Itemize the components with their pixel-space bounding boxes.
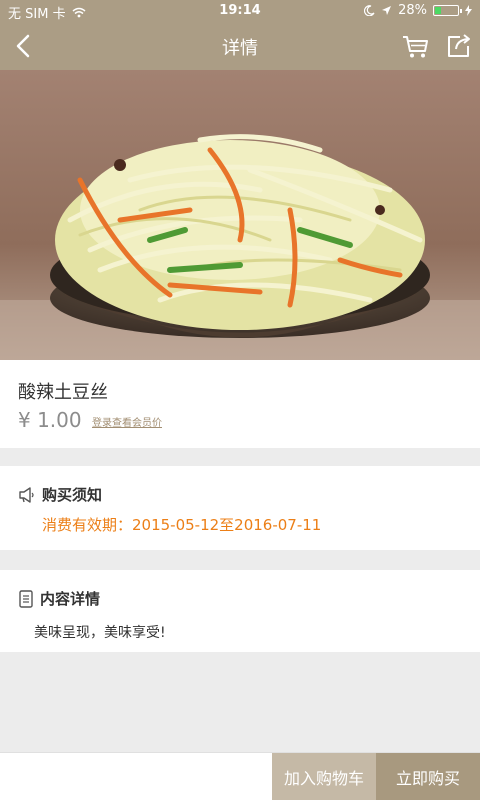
product-info: 酸辣土豆丝 ¥ 1.00 登录查看会员价 bbox=[0, 360, 480, 448]
battery-percent: 28% bbox=[398, 3, 427, 18]
product-price: ¥ 1.00 bbox=[18, 408, 82, 432]
product-name: 酸辣土豆丝 bbox=[18, 382, 108, 403]
bottom-action-bar: 加入购物车 立即购买 bbox=[0, 752, 480, 800]
moon-icon bbox=[364, 5, 375, 16]
purchase-notice-section: 购买须知 消费有效期：2015-05-12至2016-07-11 bbox=[0, 466, 480, 550]
charging-icon bbox=[465, 5, 472, 16]
product-image bbox=[0, 70, 480, 360]
battery-icon bbox=[433, 5, 462, 16]
share-icon[interactable] bbox=[444, 31, 474, 61]
buy-now-button[interactable]: 立即购买 bbox=[376, 753, 480, 800]
nav-bar: 详情 bbox=[0, 22, 480, 70]
purchase-notice-title: 购买须知 bbox=[42, 486, 103, 504]
member-price-link[interactable]: 登录查看会员价 bbox=[92, 414, 162, 429]
megaphone-icon bbox=[19, 486, 34, 503]
document-icon bbox=[19, 589, 33, 608]
content-detail-section: 内容详情 美味呈现，美味享受! bbox=[0, 570, 480, 652]
add-to-cart-button[interactable]: 加入购物车 bbox=[272, 753, 376, 800]
content-detail-title: 内容详情 bbox=[40, 590, 101, 608]
location-arrow-icon bbox=[382, 6, 392, 15]
cart-icon[interactable] bbox=[400, 31, 430, 61]
validity-period: 消费有效期：2015-05-12至2016-07-11 bbox=[42, 516, 322, 534]
content-detail-text: 美味呈现，美味享受! bbox=[34, 625, 166, 641]
status-bar: 无 SIM 卡 19:14 28% bbox=[0, 0, 480, 22]
